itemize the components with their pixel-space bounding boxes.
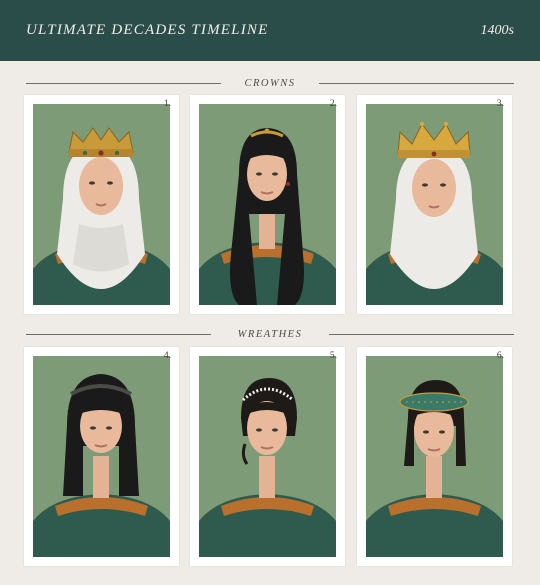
divider-line	[329, 334, 514, 335]
portrait-image	[199, 356, 336, 557]
portrait-card: 5.	[190, 347, 345, 566]
section-label: CROWNS	[244, 77, 296, 89]
portrait-image	[33, 356, 170, 557]
card-number: 4.	[163, 351, 171, 361]
header-bar: ULTIMATE DECADES TIMELINE 1400s	[0, 0, 540, 61]
portrait-image	[366, 356, 503, 557]
section-divider-wreathes: WREATHES	[26, 327, 514, 341]
divider-line	[319, 83, 514, 84]
portrait-illustration	[33, 374, 170, 557]
portrait-illustration	[199, 378, 336, 557]
portrait-illustration	[366, 121, 503, 305]
portrait-illustration	[33, 127, 170, 305]
portrait-illustration	[199, 128, 336, 305]
card-number: 2.	[329, 99, 337, 109]
portrait-card: 4.	[24, 347, 179, 566]
section-divider-crowns: CROWNS	[26, 76, 514, 90]
decade-label: 1400s	[480, 22, 514, 38]
portrait-card: 6.	[357, 347, 512, 566]
divider-line	[26, 83, 221, 84]
portrait-card: 2.	[190, 95, 345, 314]
portrait-illustration	[366, 380, 503, 557]
page-title: ULTIMATE DECADES TIMELINE	[26, 22, 269, 38]
card-number: 6.	[496, 351, 504, 361]
card-number: 3.	[496, 99, 504, 109]
card-number: 1.	[163, 99, 171, 109]
portrait-image	[199, 104, 336, 305]
portrait-image	[366, 104, 503, 305]
section-label: WREATHES	[237, 328, 303, 340]
divider-line	[26, 334, 211, 335]
card-number: 5.	[329, 351, 337, 361]
portrait-image	[33, 104, 170, 305]
portrait-card: 1.	[24, 95, 179, 314]
portrait-card: 3.	[357, 95, 512, 314]
